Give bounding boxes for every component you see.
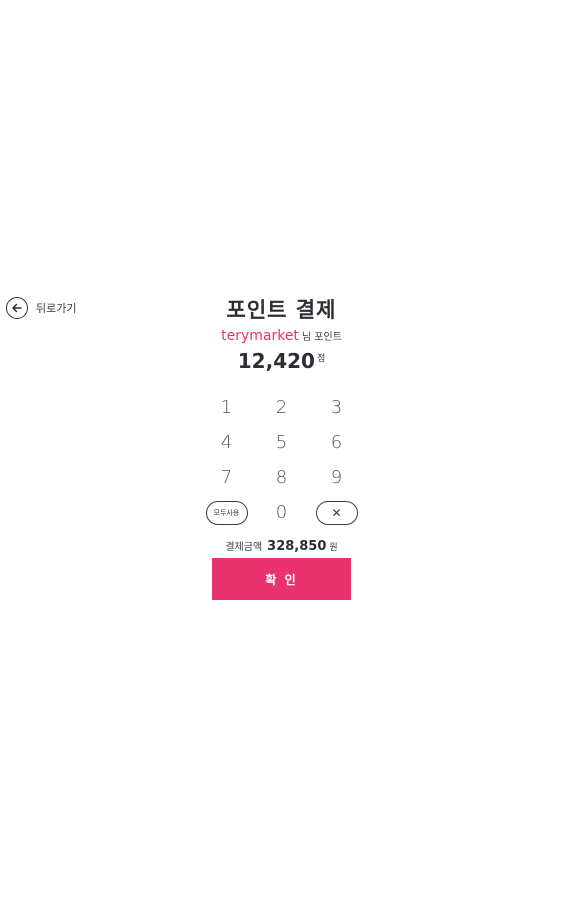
key-3[interactable]: 3 — [309, 390, 364, 425]
clear-button[interactable]: ✕ — [315, 500, 358, 525]
points-unit: 점 — [316, 354, 326, 364]
key-2[interactable]: 2 — [254, 390, 309, 425]
use-all-button[interactable]: 모두사용 — [205, 500, 248, 525]
key-8[interactable]: 8 — [254, 460, 309, 495]
points-balance: 12,420 점 — [0, 349, 563, 373]
key-4[interactable]: 4 — [199, 425, 254, 460]
confirm-button[interactable]: 확 인 — [212, 558, 351, 600]
clear-key-cell: ✕ — [309, 495, 364, 530]
key-6[interactable]: 6 — [309, 425, 364, 460]
use-all-key-cell: 모두사용 — [199, 495, 254, 530]
key-9[interactable]: 9 — [309, 460, 364, 495]
point-payment-screen: 뒤로가기 포인트 결제 terymarket 님 포인트 12,420 점 1 2 … — [0, 0, 563, 900]
payment-label: 결제금액 — [225, 542, 263, 553]
points-suffix: 님 포인트 — [301, 332, 342, 343]
key-0[interactable]: 0 — [254, 495, 309, 530]
payment-amount-line: 결제금액 328,850 원 — [0, 538, 563, 554]
page-title: 포인트 결제 — [226, 298, 337, 322]
key-1[interactable]: 1 — [199, 390, 254, 425]
key-5[interactable]: 5 — [254, 425, 309, 460]
user-points-line: terymarket 님 포인트 — [0, 328, 563, 344]
points-value: 12,420 — [237, 349, 315, 373]
username: terymarket — [221, 328, 299, 344]
key-7[interactable]: 7 — [199, 460, 254, 495]
close-icon: ✕ — [331, 505, 342, 520]
payment-amount: 328,850 — [267, 539, 327, 554]
payment-currency: 원 — [329, 543, 338, 553]
number-keypad: 1 2 3 4 5 6 7 8 9 모두사용 0 ✕ — [199, 390, 364, 530]
